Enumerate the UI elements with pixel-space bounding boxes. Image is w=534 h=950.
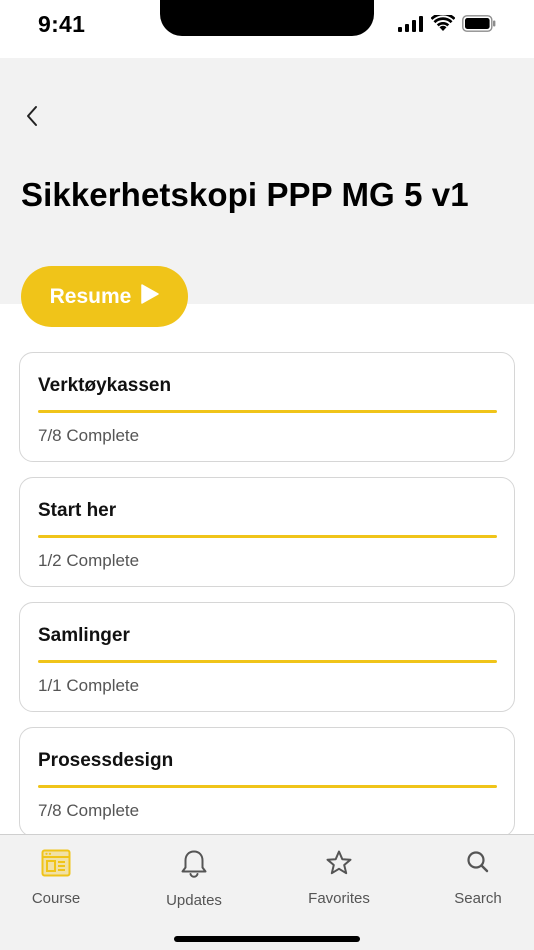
- progress-bar-fill: [38, 660, 497, 663]
- status-icons: [398, 12, 496, 37]
- home-indicator: [174, 936, 360, 942]
- course-icon: [41, 849, 71, 882]
- notch: [160, 0, 374, 36]
- progress-bar: [38, 660, 497, 663]
- tab-course[interactable]: Course: [1, 849, 111, 907]
- signal-icon: [398, 15, 424, 37]
- progress-bar: [38, 535, 497, 538]
- progress-bar: [38, 785, 497, 788]
- tab-label: Course: [31, 890, 81, 907]
- tab-bar: Course Updates Favorites Search: [0, 834, 534, 950]
- module-card[interactable]: Samlinger 1/1 Complete: [19, 602, 515, 712]
- tab-label: Favorites: [308, 890, 370, 907]
- progress-bar: [38, 410, 497, 413]
- progress-bar-fill: [38, 410, 497, 413]
- module-title: Samlinger: [38, 625, 130, 646]
- star-icon: [325, 849, 353, 882]
- wifi-icon: [430, 12, 456, 37]
- page-title: Sikkerhetskopi PPP MG 5 v1: [21, 176, 469, 213]
- module-card[interactable]: Start her 1/2 Complete: [19, 477, 515, 587]
- module-title: Verktøykassen: [38, 375, 172, 396]
- battery-icon: [462, 15, 496, 37]
- module-title: Start her: [38, 500, 117, 521]
- progress-bar-fill: [38, 785, 497, 788]
- search-icon: [465, 849, 491, 882]
- chevron-left-icon: [25, 105, 39, 132]
- tab-favorites[interactable]: Favorites: [284, 849, 394, 907]
- module-status: 7/8 Complete: [38, 426, 140, 445]
- tab-label: Updates: [166, 892, 222, 909]
- bell-icon: [180, 849, 208, 884]
- module-status: 1/1 Complete: [38, 676, 140, 695]
- tab-updates[interactable]: Updates: [139, 849, 249, 909]
- tab-search[interactable]: Search: [423, 849, 533, 907]
- module-title: Prosessdesign: [38, 750, 174, 771]
- back-button[interactable]: [16, 102, 48, 134]
- resume-button[interactable]: Resume: [21, 266, 188, 327]
- resume-label: Resume: [49, 284, 132, 308]
- status-time: 9:41: [38, 11, 86, 37]
- module-card[interactable]: Verktøykassen 7/8 Complete: [19, 352, 515, 462]
- module-list: Verktøykassen 7/8 Complete Start her 1/2…: [19, 352, 515, 852]
- module-status: 1/2 Complete: [38, 551, 140, 570]
- play-icon: [141, 283, 160, 310]
- module-status: 7/8 Complete: [38, 801, 140, 820]
- status-bar: 9:41: [0, 0, 534, 58]
- progress-bar-fill: [38, 535, 497, 538]
- module-card[interactable]: Prosessdesign 7/8 Complete: [19, 727, 515, 837]
- screen: 9:41 Sikkerhetskopi PPP MG 5 v1 Resume V…: [0, 0, 534, 950]
- tab-label: Search: [454, 890, 502, 907]
